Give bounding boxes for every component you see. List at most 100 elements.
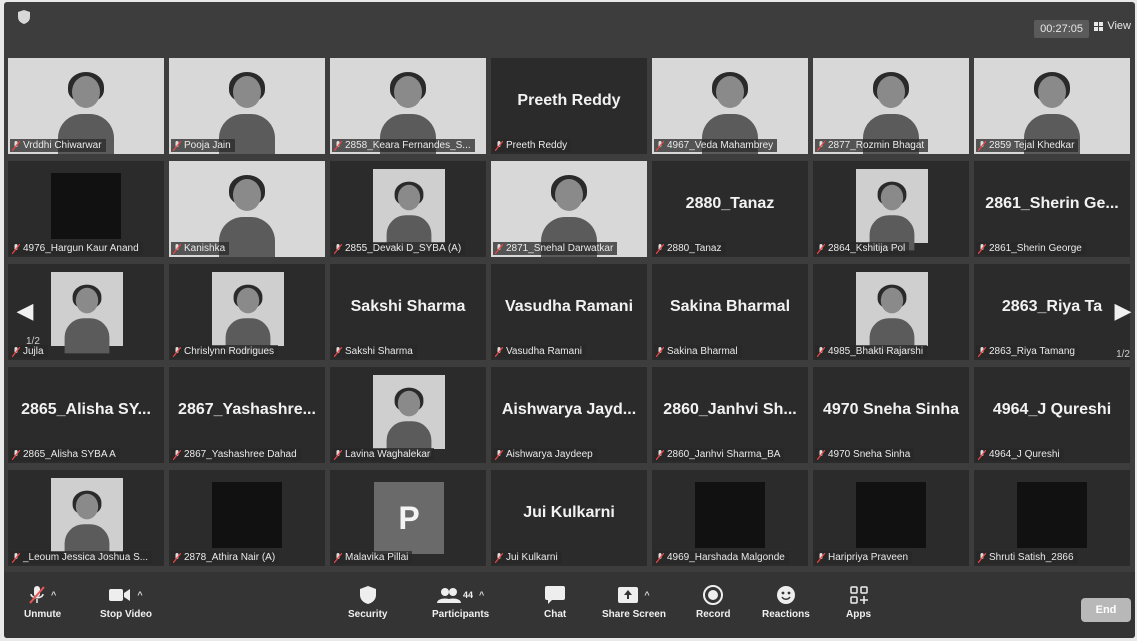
stop-video-button[interactable]: ^ Stop Video — [100, 584, 152, 620]
participant-tile[interactable]: Chrislynn Rodrigues — [169, 264, 325, 360]
participant-tile[interactable]: 4970 Sneha Sinha 4970 Sneha Sinha — [813, 367, 969, 463]
participant-tile[interactable]: Jui Kulkarni Jui Kulkarni — [491, 470, 647, 566]
participant-tile[interactable]: 4964_J Qureshi 4964_J Qureshi — [974, 367, 1130, 463]
participants-caret-icon[interactable]: ^ — [479, 590, 484, 600]
record-button[interactable]: Record — [696, 584, 730, 620]
participant-tile[interactable]: Kanishka — [169, 161, 325, 257]
muted-mic-icon — [12, 552, 20, 563]
participant-tile[interactable]: 2858_Keara Fernandes_S... — [330, 58, 486, 154]
participant-name-label: Preeth Reddy — [493, 139, 572, 152]
apps-button[interactable]: Apps — [846, 584, 871, 620]
participant-display-name: 2863_Riya Ta — [1001, 298, 1103, 315]
participant-tile[interactable]: 4967_Veda Mahambrey — [652, 58, 808, 154]
participant-tile[interactable]: Lavina Waghalekar — [330, 367, 486, 463]
share-screen-icon — [618, 587, 639, 603]
participant-name-label: 2860_Janhvi Sharma_BA — [654, 448, 785, 461]
participant-name-text: 2864_Kshitija Pol — [828, 243, 906, 254]
participants-icon — [436, 588, 461, 603]
participant-name-label: Sakina Bharmal — [654, 345, 742, 358]
participant-tile[interactable]: 2865_Alisha SY... 2865_Alisha SYBA A — [8, 367, 164, 463]
muted-mic-icon — [173, 552, 181, 563]
apps-icon — [849, 586, 868, 604]
participant-tile[interactable]: 2871_Snehal Darwatkar — [491, 161, 647, 257]
share-screen-caret-icon[interactable]: ^ — [644, 590, 649, 600]
participant-tile[interactable]: 2860_Janhvi Sh... 2860_Janhvi Sharma_BA — [652, 367, 808, 463]
participant-tile[interactable]: Sakina Bharmal Sakina Bharmal — [652, 264, 808, 360]
participant-name-text: Sakina Bharmal — [667, 346, 738, 357]
participant-tile[interactable]: Preeth Reddy Preeth Reddy — [491, 58, 647, 154]
participant-tile[interactable]: 2880_Tanaz 2880_Tanaz — [652, 161, 808, 257]
participant-name-label: 2861_Sherin George — [976, 242, 1086, 255]
participant-tile[interactable]: _Leoum Jessica Joshua S... — [8, 470, 164, 566]
participant-name-label: 2864_Kshitija Pol — [815, 242, 910, 255]
participant-tile[interactable]: Sakshi Sharma Sakshi Sharma — [330, 264, 486, 360]
chat-button[interactable]: Chat — [544, 584, 566, 620]
participant-name-label: 4976_Hargun Kaur Anand — [10, 242, 143, 255]
participant-name-text: 2858_Keara Fernandes_S... — [345, 140, 471, 151]
participant-name-text: 2860_Janhvi Sharma_BA — [667, 449, 781, 460]
participants-button[interactable]: 44 ^ Participants — [432, 584, 489, 620]
prev-page-arrow-icon[interactable]: ◀ — [14, 296, 36, 326]
participant-name-text: Vasudha Ramani — [506, 346, 582, 357]
participant-name-text: Malavika Pillai — [345, 552, 409, 563]
participant-name-text: 2859 Tejal Khedkar — [989, 140, 1075, 151]
view-label: View — [1107, 20, 1131, 32]
muted-mic-icon — [12, 243, 20, 254]
page-indicator-left: 1/2 — [26, 336, 40, 347]
participant-tile[interactable]: 4985_Bhakti Rajarshi — [813, 264, 969, 360]
muted-mic-icon — [173, 449, 181, 460]
participant-tile[interactable]: Aishwarya Jayd... Aishwarya Jaydeep — [491, 367, 647, 463]
participant-name-text: 2861_Sherin George — [989, 243, 1082, 254]
muted-mic-icon — [978, 552, 986, 563]
muted-mic-icon — [334, 449, 342, 460]
participant-tile[interactable]: 2864_Kshitija Pol — [813, 161, 969, 257]
video-options-caret-icon[interactable]: ^ — [137, 590, 142, 600]
participant-tile[interactable]: 2877_Rozmin Bhagat — [813, 58, 969, 154]
security-shield-icon[interactable] — [18, 10, 30, 24]
participant-tile[interactable]: P Malavika Pillai — [330, 470, 486, 566]
muted-mic-icon — [817, 243, 825, 254]
participant-avatar: P — [374, 482, 444, 554]
view-button[interactable]: View — [1094, 20, 1131, 32]
share-screen-label: Share Screen — [602, 609, 666, 620]
participant-tile[interactable]: 2855_Devaki D_SYBA (A) — [330, 161, 486, 257]
participant-name-label: Vasudha Ramani — [493, 345, 586, 358]
participant-name-label: 2858_Keara Fernandes_S... — [332, 139, 475, 152]
participant-tile[interactable]: 2863_Riya Ta 2863_Riya Tamang — [974, 264, 1130, 360]
security-label: Security — [348, 609, 388, 620]
participant-name-label: 4970 Sneha Sinha — [815, 448, 915, 461]
participant-tile[interactable]: 4976_Hargun Kaur Anand — [8, 161, 164, 257]
participant-name-label: Pooja Jain — [171, 139, 235, 152]
participant-name-text: Jui Kulkarni — [506, 552, 558, 563]
participant-name-text: Lavina Waghalekar — [345, 449, 431, 460]
participant-tile[interactable]: 2859 Tejal Khedkar — [974, 58, 1130, 154]
unmute-button[interactable]: ^ Unmute — [24, 584, 61, 620]
muted-mic-icon — [334, 140, 342, 151]
participant-tile[interactable]: 4969_Harshada Malgonde — [652, 470, 808, 566]
participant-tile[interactable]: Shruti Satish_2866 — [974, 470, 1130, 566]
participant-tile[interactable]: Vasudha Ramani Vasudha Ramani — [491, 264, 647, 360]
participant-tile[interactable]: Pooja Jain — [169, 58, 325, 154]
participant-name-label: 2878_Athira Nair (A) — [171, 551, 280, 564]
end-meeting-button[interactable]: End — [1081, 598, 1131, 622]
reactions-button[interactable]: Reactions — [762, 584, 810, 620]
share-screen-button[interactable]: ^ Share Screen — [602, 584, 666, 620]
participant-name-text: 4964_J Qureshi — [989, 449, 1060, 460]
participant-tile[interactable]: Haripriya Praveen — [813, 470, 969, 566]
muted-mic-icon — [334, 346, 342, 357]
participant-tile[interactable]: Vrddhi Chiwarwar — [8, 58, 164, 154]
participant-tile[interactable]: 2867_Yashashre... 2867_Yashashree Dahad — [169, 367, 325, 463]
muted-mic-icon — [817, 140, 825, 151]
participant-name-label: 2880_Tanaz — [654, 242, 726, 255]
muted-mic-icon — [978, 346, 986, 357]
participant-name-text: 2880_Tanaz — [667, 243, 722, 254]
unmute-options-caret-icon[interactable]: ^ — [51, 590, 56, 600]
record-label: Record — [696, 609, 731, 620]
next-page-arrow-icon[interactable]: ▶ — [1112, 296, 1134, 326]
participant-tile[interactable]: 2878_Athira Nair (A) — [169, 470, 325, 566]
participants-count: 44 — [462, 590, 473, 600]
security-button[interactable]: Security — [348, 584, 387, 620]
participant-display-name: 2860_Janhvi Sh... — [663, 401, 797, 418]
participant-name-text: Sakshi Sharma — [345, 346, 413, 357]
participant-tile[interactable]: 2861_Sherin Ge... 2861_Sherin George — [974, 161, 1130, 257]
